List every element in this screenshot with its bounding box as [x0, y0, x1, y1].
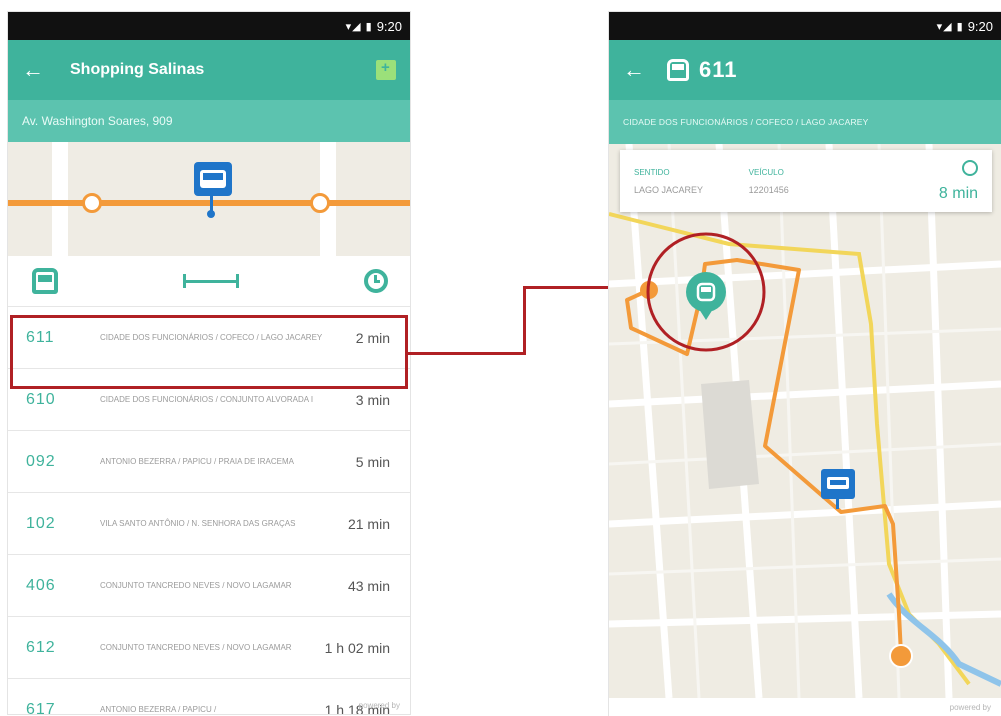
status-bar: ▾◢ ▮ 9:20 — [609, 12, 1001, 40]
arrival-row[interactable]: 617 ANTONIO BEZERRA / PAPICU / 1 h 18 mi… — [8, 678, 410, 714]
arrival-row[interactable]: 092 ANTONIO BEZERRA / PAPICU / PRAIA DE … — [8, 430, 410, 492]
status-time: 9:20 — [376, 18, 402, 34]
stop-route-strip — [8, 142, 410, 256]
vehicle-label: VEÍCULO — [748, 167, 784, 177]
route-eta: 43 min — [347, 577, 390, 594]
route-destination: CONJUNTO TANCREDO NEVES / NOVO LAGAMAR — [100, 643, 292, 652]
route-destination: CIDADE DOS FUNCIONÁRIOS / CONJUNTO ALVOR… — [100, 395, 314, 404]
route-destination: ANTONIO BEZERRA / PAPICU / — [100, 705, 217, 714]
powered-by: powered by — [949, 703, 991, 712]
vehicle-value: 12201456 — [748, 184, 789, 195]
add-stop-icon[interactable] — [376, 59, 396, 80]
bus-icon — [32, 268, 58, 294]
route-eta: 5 min — [355, 453, 390, 470]
route-stop-dot — [310, 193, 330, 213]
route-map[interactable] — [609, 144, 1001, 698]
route-subtitle: CIDADE DOS FUNCIONÁRIOS / COFECO / LAGO … — [623, 117, 869, 127]
bus-stop-icon — [194, 162, 232, 196]
direction-label: SENTIDO — [634, 167, 670, 177]
stop-address: Av. Washington Soares, 909 — [22, 114, 173, 128]
app-bar: ← 611 — [609, 40, 1001, 100]
signal-icon: ▾◢ — [345, 20, 362, 33]
route-number: 617 — [26, 700, 56, 715]
arrival-row[interactable]: 612 CONJUNTO TANCREDO NEVES / NOVO LAGAM… — [8, 616, 410, 678]
route-destination: ANTONIO BEZERRA / PAPICU / PRAIA DE IRAC… — [100, 457, 294, 466]
arrival-row[interactable]: 406 CONJUNTO TANCREDO NEVES / NOVO LAGAM… — [8, 554, 410, 616]
app-bar: ← Shopping Salinas — [8, 40, 410, 100]
back-arrow-icon[interactable]: ← — [22, 57, 62, 83]
connector-line — [523, 286, 526, 355]
route-number: 406 — [26, 576, 56, 594]
stop-title: Shopping Salinas — [70, 61, 205, 78]
route-number: 612 — [26, 638, 56, 656]
highlight-box — [10, 315, 408, 389]
bus-stop-pin — [207, 196, 215, 218]
signal-icon: ▾◢ — [936, 20, 953, 33]
arrival-row[interactable]: 102 VILA SANTO ANTÔNIO / N. SENHORA DAS … — [8, 492, 410, 554]
clock-icon — [962, 159, 979, 176]
back-arrow-icon[interactable]: ← — [623, 57, 663, 83]
bus-icon — [667, 59, 689, 81]
route-stop-dot — [82, 193, 102, 213]
route-eta: 21 min — [347, 515, 390, 532]
stop-address-bar: Av. Washington Soares, 909 — [8, 100, 410, 142]
route-number: 102 — [26, 514, 56, 532]
route-eta: 3 min — [355, 391, 390, 408]
trip-info-card: SENTIDO LAGO JACAREY VEÍCULO 12201456 8 … — [620, 150, 992, 212]
route-number: 092 — [26, 452, 56, 470]
route-map-screen: ▾◢ ▮ 9:20 ← 611 CIDADE DOS FUNCIONÁRIOS … — [609, 12, 1001, 716]
eta-value: 8 min — [938, 184, 979, 202]
battery-icon: ▮ — [956, 20, 964, 33]
route-eta: 1 h 02 min — [324, 639, 390, 656]
battery-icon: ▮ — [365, 20, 373, 33]
route-destination: CONJUNTO TANCREDO NEVES / NOVO LAGAMAR — [100, 581, 292, 590]
arrivals-header — [8, 256, 410, 306]
status-time: 9:20 — [967, 18, 993, 34]
route-destination: VILA SANTO ANTÔNIO / N. SENHORA DAS GRAÇ… — [100, 519, 296, 528]
clock-icon — [364, 269, 388, 293]
route-subtitle-bar: CIDADE DOS FUNCIONÁRIOS / COFECO / LAGO … — [609, 100, 1001, 144]
direction-value: LAGO JACAREY — [634, 184, 704, 195]
route-number-title: 611 — [699, 57, 738, 82]
status-bar: ▾◢ ▮ 9:20 — [8, 12, 410, 40]
map-canvas — [609, 144, 1001, 698]
street — [52, 142, 68, 256]
distance-icon — [183, 274, 239, 288]
powered-by: powered by — [358, 701, 400, 710]
connector-line — [408, 352, 526, 355]
route-line — [8, 200, 410, 206]
route-number: 610 — [26, 390, 56, 408]
